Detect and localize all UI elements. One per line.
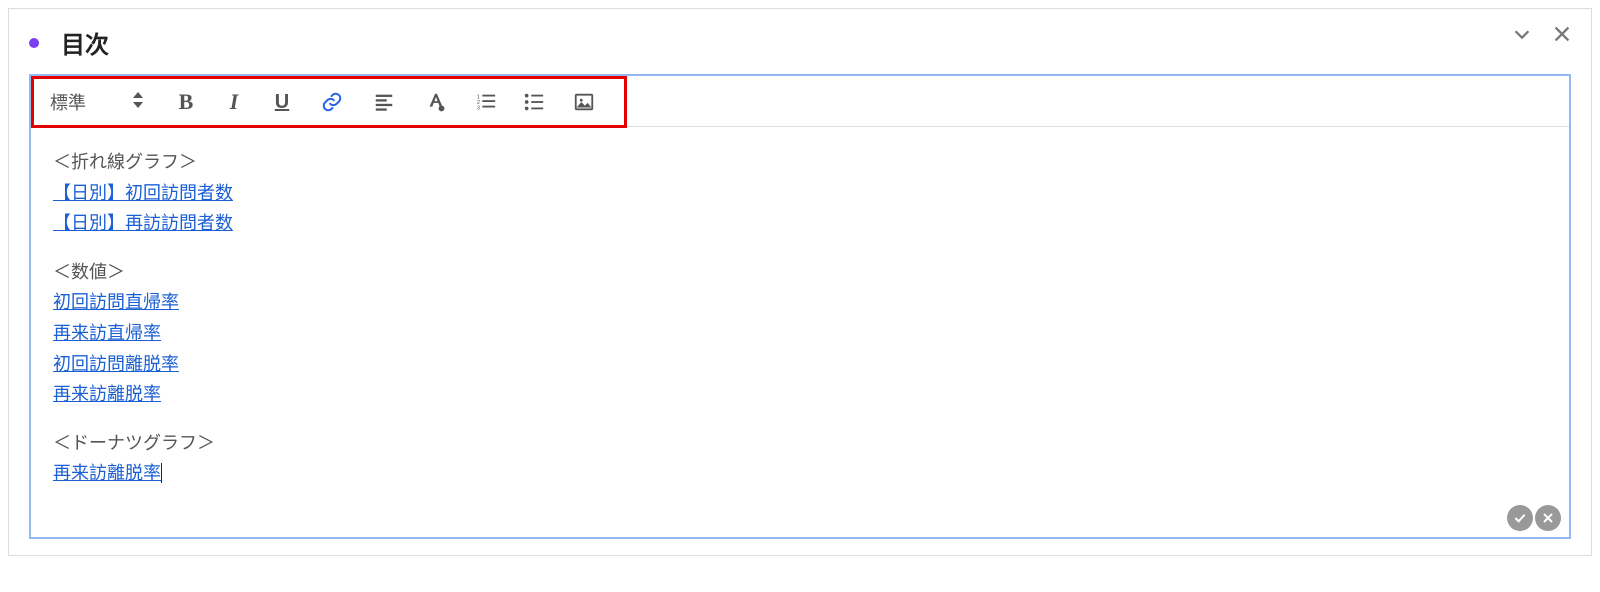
italic-button[interactable]: I — [210, 85, 258, 119]
section-heading: ＜ドーナツグラフ＞ — [53, 428, 1547, 459]
align-button[interactable] — [358, 85, 410, 119]
panel-bullet-icon — [29, 38, 39, 48]
panel-header: 目次 — [29, 25, 1571, 60]
rich-text-editor: 標準 B I U 123 — [29, 74, 1571, 539]
widget-panel: 目次 標準 B I U — [8, 8, 1592, 556]
ordered-list-button[interactable]: 123 — [462, 85, 510, 119]
toc-link[interactable]: 初回訪問離脱率 — [53, 354, 179, 374]
panel-actions — [1511, 23, 1573, 50]
close-icon[interactable] — [1551, 23, 1573, 50]
link-button[interactable] — [306, 85, 358, 119]
content-group: ＜数値＞ 初回訪問直帰率 再来訪直帰率 初回訪問離脱率 再来訪離脱率 — [53, 257, 1547, 410]
paragraph-style-select[interactable]: 標準 — [50, 89, 162, 115]
panel-title: 目次 — [61, 25, 109, 60]
toc-link[interactable]: 【日別】再訪訪問者数 — [53, 213, 233, 233]
content-group: ＜折れ線グラフ＞ 【日別】初回訪問者数 【日別】再訪訪問者数 — [53, 147, 1547, 239]
section-heading: ＜折れ線グラフ＞ — [53, 147, 1547, 178]
paragraph-style-label: 標準 — [50, 89, 86, 115]
underline-button[interactable]: U — [258, 85, 306, 119]
editor-content[interactable]: ＜折れ線グラフ＞ 【日別】初回訪問者数 【日別】再訪訪問者数 ＜数値＞ 初回訪問… — [31, 127, 1569, 505]
toc-link[interactable]: 【日別】初回訪問者数 — [53, 183, 233, 203]
cancel-button[interactable] — [1535, 505, 1561, 531]
toc-link[interactable]: 再来訪離脱率 — [53, 384, 161, 404]
content-group: ＜ドーナツグラフ＞ 再来訪離脱率 — [53, 428, 1547, 489]
confirm-button[interactable] — [1507, 505, 1533, 531]
section-heading: ＜数値＞ — [53, 257, 1547, 288]
image-button[interactable] — [558, 85, 610, 119]
unordered-list-button[interactable] — [510, 85, 558, 119]
toc-link[interactable]: 再来訪離脱率 — [53, 463, 162, 483]
toc-link[interactable]: 初回訪問直帰率 — [53, 292, 179, 312]
editor-toolbar: 標準 B I U 123 — [31, 76, 627, 128]
editor-footer-actions — [31, 505, 1569, 537]
collapse-icon[interactable] — [1511, 23, 1533, 50]
text-color-button[interactable] — [410, 85, 462, 119]
bold-button[interactable]: B — [162, 85, 210, 119]
toc-link[interactable]: 再来訪直帰率 — [53, 323, 161, 343]
sort-caret-icon — [132, 92, 144, 113]
svg-text:3: 3 — [477, 105, 480, 111]
